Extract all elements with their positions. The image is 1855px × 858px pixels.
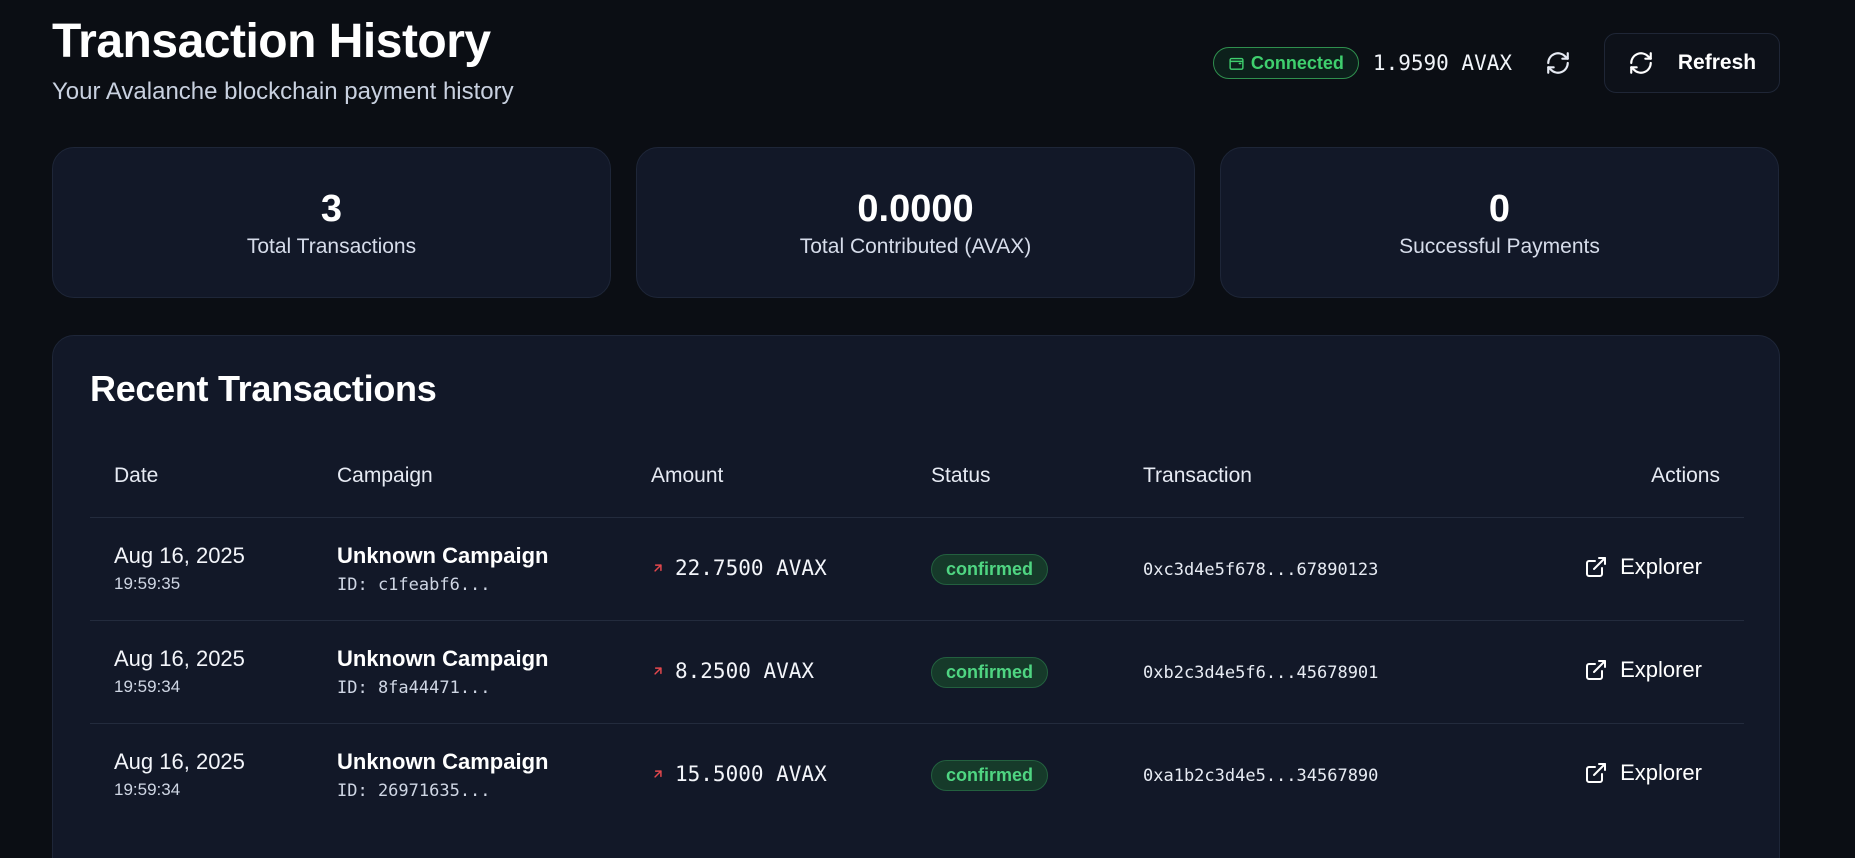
external-link-icon [1586,557,1607,577]
tx-date: Aug 16, 2025 [114,543,245,568]
tx-amount-value: 8.2500 AVAX [675,659,815,683]
refresh-icon [1630,52,1652,74]
tx-date: Aug 16, 2025 [114,646,245,671]
stat-label: Successful Payments [1399,234,1600,258]
explorer-link-label: Explorer [1620,554,1702,579]
section-title: Recent Transactions [90,368,437,409]
table-row: Aug 16, 2025 19:59:34 Unknown Campaign I… [90,724,1744,827]
page-header: Transaction History Your Avalanche block… [52,14,514,106]
explorer-link[interactable]: Explorer [1584,760,1720,786]
tx-time: 19:59:35 [114,574,181,593]
explorer-link[interactable]: Explorer [1584,554,1720,580]
tx-time: 19:59:34 [114,677,181,696]
campaign-id: ID: 8fa44471... [337,678,491,698]
tx-amount-value: 22.7500 AVAX [675,556,827,580]
campaign-name: Unknown Campaign [337,646,549,671]
tx-hash: 0xb2c3d4e5f6...45678901 [1143,663,1379,683]
column-header-date: Date [114,464,159,487]
tx-time: 19:59:34 [114,780,181,799]
explorer-link-label: Explorer [1620,657,1702,682]
stat-card-total-contributed: 0.0000 Total Contributed (AVAX) [636,147,1195,298]
refresh-button[interactable]: Refresh [1604,33,1780,93]
status-badge: confirmed [931,657,1049,688]
stat-label: Total Contributed (AVAX) [799,234,1032,258]
connection-status-label: Connected [1250,52,1344,73]
arrow-up-right-icon [654,667,662,675]
tx-amount-value: 15.5000 AVAX [675,762,827,786]
stat-card-successful-payments: 0 Successful Payments [1220,147,1779,298]
wallet-connection-badge: Connected [1212,47,1359,79]
column-header-actions: Actions [1651,464,1720,487]
campaign-id: ID: 26971635... [337,781,491,801]
campaign-id: ID: c1feabf6... [337,575,491,595]
external-link-icon [1586,763,1607,783]
column-header-status: Status [931,464,991,487]
arrow-up-right-icon [654,770,662,778]
transaction-history-page: Transaction History Your Avalanche block… [0,0,1855,858]
tx-hash: 0xc3d4e5f678...67890123 [1143,560,1379,580]
page-subtitle: Your Avalanche blockchain payment histor… [52,78,514,105]
wallet-balance: 1.9590 AVAX [1372,51,1512,75]
header-actions: Connected 1.9590 AVAX Refresh [1212,33,1780,93]
stat-label: Total Transactions [246,234,417,258]
table-row: Aug 16, 2025 19:59:35 Unknown Campaign I… [90,518,1744,621]
stat-card-total-transactions: 3 Total Transactions [52,147,611,298]
table-header: Date Campaign Amount Status Transaction … [90,436,1744,518]
campaign-name: Unknown Campaign [337,543,549,568]
explorer-link[interactable]: Explorer [1584,657,1720,683]
column-header-amount: Amount [651,464,724,487]
table-row: Aug 16, 2025 19:59:34 Unknown Campaign I… [90,621,1744,724]
page-title: Transaction History [52,15,491,68]
campaign-name: Unknown Campaign [337,749,549,774]
stat-value: 3 [320,187,343,230]
refresh-icon [1547,52,1569,74]
explorer-link-label: Explorer [1620,760,1702,785]
wallet-icon [1229,57,1244,70]
tx-amount: 22.7500 AVAX [651,556,827,580]
status-badge: confirmed [931,554,1049,585]
refresh-balance-button[interactable] [1532,37,1584,89]
column-header-campaign: Campaign [337,464,433,487]
stat-value: 0 [1488,187,1511,230]
transactions-table: Date Campaign Amount Status Transaction … [90,436,1744,827]
arrow-up-right-icon [654,564,662,572]
tx-hash: 0xa1b2c3d4e5...34567890 [1143,766,1379,786]
refresh-button-label: Refresh [1677,51,1757,74]
stats-row: 3 Total Transactions 0.0000 Total Contri… [52,147,1779,298]
column-header-transaction: Transaction [1143,464,1252,487]
tx-amount: 15.5000 AVAX [651,762,827,786]
tx-amount: 8.2500 AVAX [651,659,814,683]
recent-transactions-panel: Recent Transactions Date Campaign Amount… [52,335,1780,858]
tx-date: Aug 16, 2025 [114,749,245,774]
status-badge: confirmed [931,760,1049,791]
external-link-icon [1586,660,1607,680]
stat-value: 0.0000 [857,187,974,230]
